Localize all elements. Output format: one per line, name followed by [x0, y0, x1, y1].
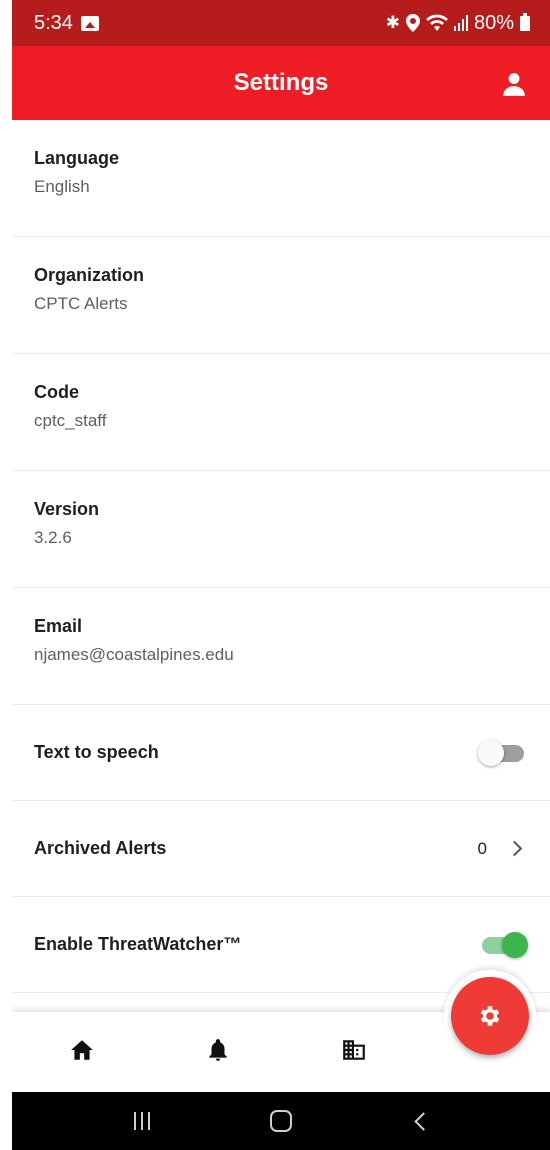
- email-label: Email: [34, 616, 83, 636]
- system-navigation-bar: [12, 1092, 550, 1150]
- language-value: English: [34, 177, 90, 196]
- version-label: Version: [34, 499, 100, 519]
- language-row[interactable]: Language English: [12, 120, 550, 237]
- archived-alerts-label: Archived Alerts: [34, 838, 167, 858]
- code-label: Code: [34, 382, 79, 402]
- recent-apps-icon: [133, 1112, 150, 1130]
- battery-icon: [520, 12, 530, 31]
- gallery-icon: [80, 15, 99, 31]
- status-bar: 5:34 ✱ 80%: [12, 0, 550, 46]
- status-right: ✱ 80%: [386, 12, 530, 35]
- email-value: njames@coastalpines.edu: [34, 645, 234, 664]
- bluetooth-icon: ✱: [385, 13, 400, 32]
- version-row: Version 3.2.6: [12, 471, 550, 588]
- system-home-icon: [269, 1110, 292, 1132]
- system-back-button[interactable]: [400, 1101, 440, 1141]
- settings-screen: 5:34 ✱ 80% Settings Language English Org…: [12, 0, 550, 1150]
- building-icon: [343, 1040, 365, 1060]
- back-arrow-icon: [414, 1111, 433, 1131]
- status-time: 5:34: [34, 11, 73, 34]
- page-title: Settings: [233, 69, 329, 96]
- archived-alerts-count: 0: [477, 838, 487, 858]
- toggle-thumb: [502, 931, 528, 958]
- organization-row[interactable]: Organization CPTC Alerts: [12, 237, 550, 354]
- nav-alerts-button[interactable]: [194, 1030, 242, 1070]
- text-to-speech-toggle[interactable]: [478, 739, 528, 766]
- location-icon: [405, 14, 420, 32]
- email-row[interactable]: Email njames@coastalpines.edu: [12, 588, 550, 705]
- language-label: Language: [34, 148, 120, 168]
- nav-home-button[interactable]: [58, 1030, 106, 1070]
- code-row[interactable]: Code cptc_staff: [12, 354, 550, 471]
- archived-alerts-meta: 0: [478, 839, 528, 859]
- account-button[interactable]: [498, 68, 530, 100]
- toggle-thumb: [478, 739, 504, 766]
- text-to-speech-row: Text to speech: [12, 705, 550, 801]
- threatwatcher-toggle[interactable]: [478, 931, 528, 958]
- signal-icon: [453, 15, 468, 31]
- account-icon: [503, 73, 525, 96]
- settings-list: Language English Organization CPTC Alert…: [12, 120, 550, 993]
- archived-alerts-row[interactable]: Archived Alerts 0: [12, 801, 550, 897]
- version-value: 3.2.6: [34, 528, 72, 547]
- organization-label: Organization: [34, 265, 145, 285]
- status-left: 5:34: [34, 12, 99, 35]
- app-bar: Settings: [12, 46, 550, 120]
- system-home-button[interactable]: [261, 1101, 301, 1141]
- text-to-speech-label: Text to speech: [34, 742, 159, 762]
- home-icon: [71, 1040, 93, 1060]
- gear-icon: [480, 1006, 500, 1026]
- bell-icon: [209, 1039, 227, 1061]
- threatwatcher-label: Enable ThreatWatcher™: [34, 934, 242, 954]
- chevron-right-icon: [506, 840, 523, 857]
- battery-percent: 80%: [473, 11, 514, 34]
- organization-value: CPTC Alerts: [34, 294, 128, 313]
- wifi-icon: [425, 14, 448, 31]
- code-value: cptc_staff: [34, 411, 107, 430]
- recent-apps-button[interactable]: [122, 1101, 162, 1141]
- settings-fab-button[interactable]: [451, 977, 529, 1055]
- nav-organization-button[interactable]: [330, 1030, 378, 1070]
